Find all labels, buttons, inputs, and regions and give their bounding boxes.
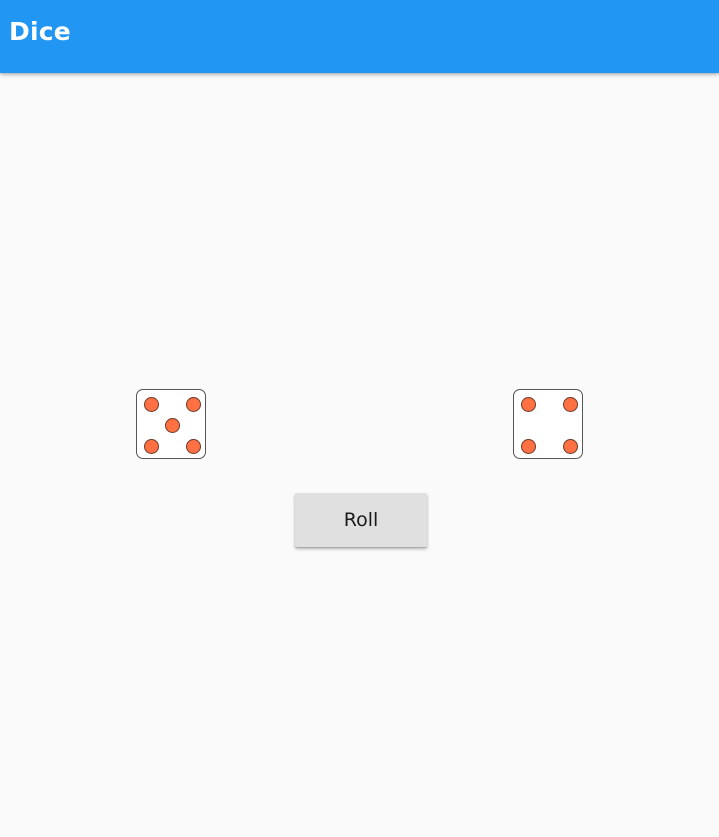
die-pip — [562, 396, 578, 412]
die-pip — [185, 438, 201, 454]
die-pip — [143, 438, 159, 454]
die-pip — [185, 396, 201, 412]
app-title: Dice — [9, 17, 71, 46]
die-pip — [164, 417, 180, 433]
dice-app: Dice Roll — [0, 0, 719, 837]
roll-button[interactable]: Roll — [295, 493, 427, 547]
app-bar: Dice — [0, 0, 719, 73]
die-pip — [520, 438, 536, 454]
left-die — [136, 389, 206, 459]
roll-button-label: Roll — [343, 509, 379, 531]
die-pip — [520, 396, 536, 412]
die-pip — [143, 396, 159, 412]
right-die — [513, 389, 583, 459]
die-pip — [562, 438, 578, 454]
